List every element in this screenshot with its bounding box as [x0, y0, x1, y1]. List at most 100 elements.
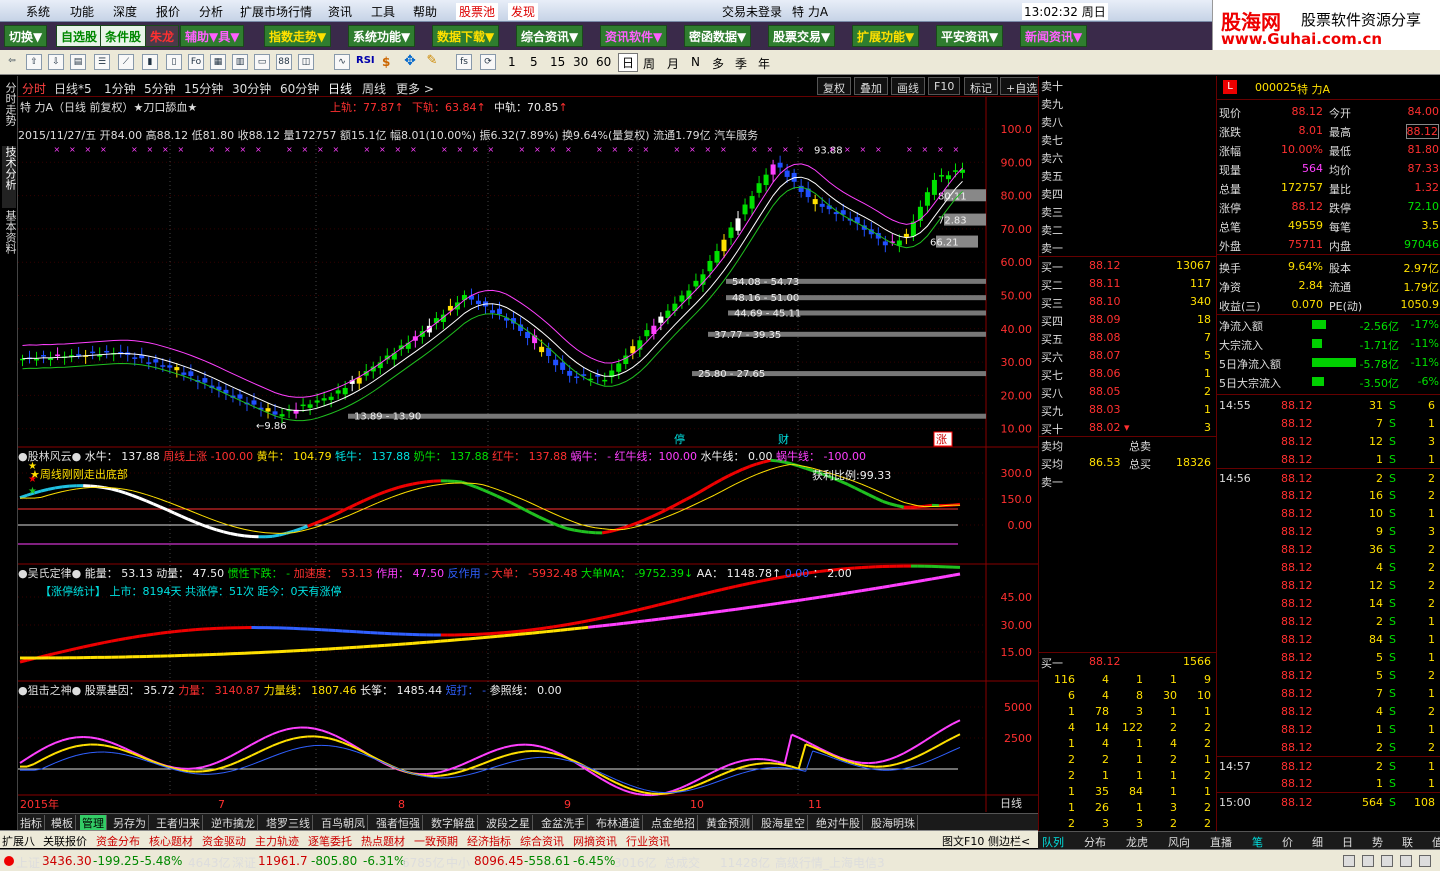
period-season[interactable]: 季	[735, 55, 747, 72]
side-tab[interactable]: 价	[1282, 834, 1293, 850]
wave-icon[interactable]: ∿	[334, 54, 350, 70]
period-15min[interactable]: 15	[550, 55, 565, 69]
period-tab-15m[interactable]: 15分钟	[184, 80, 223, 97]
fo-icon[interactable]: Fo	[188, 54, 204, 70]
sound-icon[interactable]	[1400, 855, 1412, 867]
extension-tab[interactable]: 一致预期	[414, 833, 458, 849]
formula-tab[interactable]: 强者恒强	[374, 815, 423, 831]
nav-news-software[interactable]: 资讯软件▼	[600, 25, 668, 47]
overlay-button[interactable]: 叠加	[854, 77, 888, 95]
menu-help[interactable]: 帮助	[413, 3, 437, 20]
add-watch-button[interactable]: +自选	[1000, 77, 1044, 95]
formula-tab[interactable]: 塔罗三线	[264, 815, 313, 831]
menu-stock-pool[interactable]: 股票池	[456, 3, 499, 20]
formula-tab[interactable]: 黄金预测	[704, 815, 753, 831]
side-tab[interactable]: 联	[1402, 834, 1413, 850]
up-arrow-icon[interactable]: ⇧	[26, 54, 42, 70]
settings-icon[interactable]	[1381, 855, 1393, 867]
formula-tab[interactable]: 王者归来	[154, 815, 203, 831]
formula-tab[interactable]: 管理	[80, 815, 107, 831]
page-icon[interactable]: ▤	[70, 54, 86, 70]
extension-tab[interactable]: 扩展八	[2, 833, 35, 849]
nav-switch[interactable]: 切换▼	[4, 25, 48, 47]
nav-pingan-news[interactable]: 平安资讯▼	[936, 25, 1004, 47]
fs-icon[interactable]: fs	[456, 54, 472, 70]
side-tab[interactable]: 龙虎	[1126, 834, 1148, 850]
line-chart-icon[interactable]: ⟋	[118, 54, 134, 70]
formula-tab[interactable]: 布林通道	[594, 815, 643, 831]
back-arrow-icon[interactable]: ⇦	[4, 54, 20, 70]
side-tab[interactable]: 队列	[1042, 834, 1064, 850]
period-tab-weekly[interactable]: 周线	[362, 80, 386, 97]
nav-secret-data[interactable]: 密函数据▼	[684, 25, 752, 47]
extension-tab[interactable]: 资金分布	[96, 833, 140, 849]
menu-tools[interactable]: 工具	[371, 3, 395, 20]
period-30min[interactable]: 30	[573, 55, 588, 69]
menu-system[interactable]: 系统	[26, 3, 50, 20]
rsi-icon[interactable]: RSI	[356, 55, 375, 66]
formula-tab[interactable]: 逆市擒龙	[209, 815, 258, 831]
side-tab[interactable]: 值	[1432, 834, 1440, 850]
indicator-name[interactable]: ●股林风云●	[18, 450, 85, 463]
period-multi[interactable]: 多	[712, 55, 724, 72]
formula-tab[interactable]: 金盆洗手	[539, 815, 588, 831]
side-tab[interactable]: 分布	[1084, 834, 1106, 850]
grid-icon[interactable]: ▦	[210, 54, 226, 70]
formula-tab[interactable]: 百鸟朝凤	[319, 815, 368, 831]
extension-tab[interactable]: 资金驱动	[202, 833, 246, 849]
dollar-icon[interactable]: $	[382, 55, 390, 69]
period-month[interactable]: 月	[667, 55, 679, 72]
nav-data-download[interactable]: 数据下载▼	[432, 25, 500, 47]
period-n[interactable]: N	[691, 55, 700, 69]
pencil-icon[interactable]: ✎	[424, 54, 440, 70]
refresh-icon[interactable]: ⟳	[480, 54, 496, 70]
nav-news[interactable]: 新闻资讯▼	[1020, 25, 1088, 47]
indicator-name[interactable]: ●狙击之神●	[18, 684, 85, 697]
side-tab[interactable]: 势	[1372, 834, 1383, 850]
menu-discover[interactable]: 发现	[508, 3, 539, 20]
layout-icon[interactable]	[1362, 855, 1374, 867]
side-tab[interactable]: 笔	[1252, 834, 1263, 850]
period-5min[interactable]: 5	[530, 55, 538, 69]
period-day[interactable]: 日	[618, 53, 639, 72]
extension-tab[interactable]: 核心题材	[149, 833, 193, 849]
table-icon[interactable]: ▥	[232, 54, 248, 70]
extension-tab[interactable]: 经济指标	[467, 833, 511, 849]
extension-tab[interactable]: 主力轨迹	[255, 833, 299, 849]
list-icon[interactable]: ☰	[94, 54, 110, 70]
candle-icon[interactable]: ▮	[142, 54, 158, 70]
formula-tab[interactable]: 波段之星	[484, 815, 533, 831]
formula-tab[interactable]: 股海星空	[759, 815, 808, 831]
period-tab-60m[interactable]: 60分钟	[280, 80, 319, 97]
formula-tab[interactable]: 指标	[18, 815, 45, 831]
formula-tab[interactable]: 股海明珠	[869, 815, 918, 831]
side-tab[interactable]: 风向	[1168, 834, 1190, 850]
menu-ext-market[interactable]: 扩展市场行情	[240, 3, 312, 20]
extension-tab[interactable]: 关联报价	[43, 833, 87, 849]
move-icon[interactable]: ✥	[402, 54, 418, 70]
period-60min[interactable]: 60	[596, 55, 611, 69]
nav-system-func[interactable]: 系统功能▼	[348, 25, 416, 47]
nav-stock-trade[interactable]: 股票交易▼	[768, 25, 836, 47]
formula-tab[interactable]: 点金绝招	[649, 815, 698, 831]
panel-icon[interactable]	[1343, 855, 1355, 867]
chart2-icon[interactable]: ◫	[298, 54, 314, 70]
period-year[interactable]: 年	[758, 55, 770, 72]
extension-tab[interactable]: 图文F10	[942, 833, 984, 849]
period-1min[interactable]: 1	[508, 55, 516, 69]
side-tab[interactable]: 细	[1312, 834, 1323, 850]
period-tab-1m[interactable]: 1分钟	[104, 80, 136, 97]
f10-button[interactable]: F10	[928, 77, 961, 95]
nav-zhulong[interactable]: 朱龙	[145, 25, 180, 47]
tab-intraday[interactable]: 分时走势	[2, 82, 17, 144]
window-icon[interactable]: ▭	[254, 54, 270, 70]
extension-tab[interactable]: 综合资讯	[520, 833, 564, 849]
side-tab[interactable]: 日	[1342, 834, 1353, 850]
menu-depth[interactable]: 深度	[113, 3, 137, 20]
indicator-name[interactable]: ●吴氏定律●	[18, 567, 85, 580]
period-tab-daily[interactable]: 日线	[328, 80, 352, 97]
period-tab-30m[interactable]: 30分钟	[232, 80, 271, 97]
period-week[interactable]: 周	[643, 55, 655, 72]
chart-area[interactable]: 54.08 - 54.73 48.16 - 51.00 44.69 - 45.11 3…	[18, 97, 1038, 812]
info-icon[interactable]	[1419, 855, 1431, 867]
